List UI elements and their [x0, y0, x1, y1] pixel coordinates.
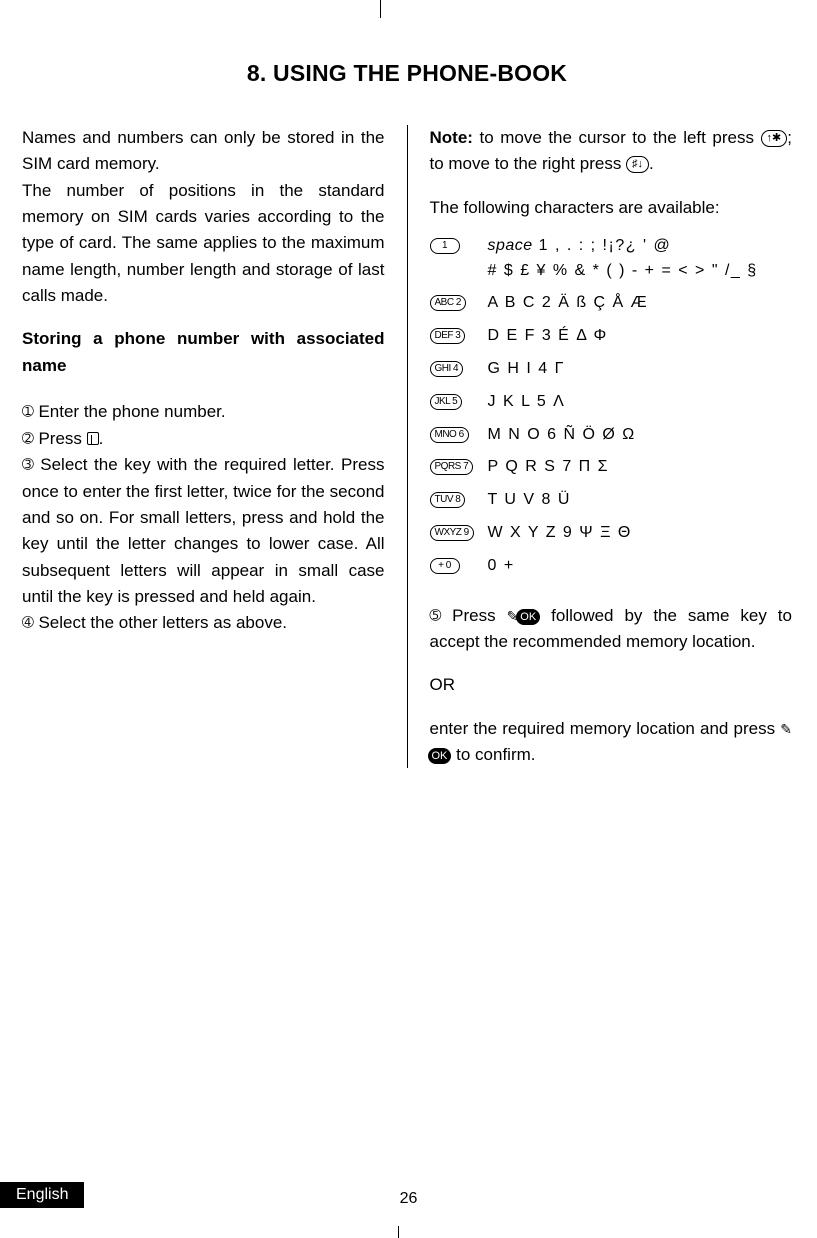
- key-0: + 0: [430, 558, 460, 574]
- or-label: OR: [430, 672, 793, 698]
- page-number: 26: [0, 1178, 817, 1208]
- step-num-2: ➁: [22, 430, 34, 446]
- note-label: Note:: [430, 128, 473, 147]
- chars-8: T U V 8 Ü: [488, 488, 793, 513]
- key-9: WXYZ 9: [430, 525, 474, 541]
- chars-4: G H I 4 Γ: [488, 357, 793, 382]
- right-column: Note: to move the cursor to the left pre…: [430, 125, 793, 768]
- key-4: GHI 4: [430, 361, 464, 377]
- step-5: ➄ Press ✎OK followed by the same key to …: [430, 603, 793, 656]
- chars-9: W X Y Z 9 Ψ Ξ Θ: [488, 521, 793, 546]
- ok-button-2: OK: [428, 748, 452, 764]
- step-num-5: ➄: [430, 607, 442, 623]
- chars-available: The following characters are available:: [430, 195, 793, 221]
- key-3: DEF 3: [430, 328, 466, 344]
- char-row-7: PQRS 7 P Q R S 7 Π Σ: [430, 455, 793, 480]
- char-row-6: MNO 6 M N O 6 Ñ Ö Ø Ω: [430, 423, 793, 448]
- chars-2: A B C 2 Ä ß Ç Å Æ: [488, 291, 793, 316]
- chars-0: 0 +: [488, 554, 793, 579]
- step-4: ➃ Select the other letters as above.: [22, 610, 385, 636]
- key-5: JKL 5: [430, 394, 463, 410]
- page-content: 8. USING THE PHONE-BOOK Names and number…: [0, 0, 817, 768]
- step-3: ➂ Select the key with the required lette…: [22, 452, 385, 610]
- char-row-2: ABC 2 A B C 2 Ä ß Ç Å Æ: [430, 291, 793, 316]
- step-num-4: ➃: [22, 614, 34, 630]
- step-num-1: ➀: [22, 403, 34, 419]
- char-row-5: JKL 5 J K L 5 Λ: [430, 390, 793, 415]
- chars-7: P Q R S 7 Π Σ: [488, 455, 793, 480]
- intro-1: Names and numbers can only be stored in …: [22, 125, 385, 309]
- column-divider: [407, 125, 408, 768]
- left-column: Names and numbers can only be stored in …: [22, 125, 385, 768]
- char-row-8: TUV 8 T U V 8 Ü: [430, 488, 793, 513]
- key-2: ABC 2: [430, 295, 466, 311]
- footer: English 26: [0, 1178, 817, 1208]
- step-num-3: ➂: [22, 456, 34, 472]
- page-title: 8. USING THE PHONE-BOOK: [22, 60, 792, 87]
- crop-mark-bottom: [398, 1226, 399, 1238]
- note: Note: to move the cursor to the left pre…: [430, 125, 793, 178]
- crop-mark-top: [380, 0, 381, 18]
- char-row-9: WXYZ 9 W X Y Z 9 Ψ Ξ Θ: [430, 521, 793, 546]
- chars-3: D E F 3 É Δ Φ: [488, 324, 793, 349]
- key-8: TUV 8: [430, 492, 466, 508]
- char-row-0: + 0 0 +: [430, 554, 793, 579]
- key-6: MNO 6: [430, 427, 469, 443]
- step-1: ➀ Enter the phone number.: [22, 399, 385, 425]
- language-tab: English: [0, 1182, 84, 1208]
- pencil-icon-2: ✎: [780, 719, 792, 741]
- key-hash: ♯↓: [626, 156, 649, 173]
- char-row-1: 1 space 1 , . : ; !¡?¿ ' @# $ £ ¥ % & * …: [430, 234, 793, 284]
- key-1: 1: [430, 238, 460, 254]
- subhead-storing: Storing a phone number with associa­ted …: [22, 326, 385, 379]
- chars-5: J K L 5 Λ: [488, 390, 793, 415]
- columns: Names and numbers can only be stored in …: [22, 125, 792, 768]
- chars-6: M N O 6 Ñ Ö Ø Ω: [488, 423, 793, 448]
- char-row-3: DEF 3 D E F 3 É Δ Φ: [430, 324, 793, 349]
- char-row-4: GHI 4 G H I 4 Γ: [430, 357, 793, 382]
- phonebook-icon: [87, 432, 99, 445]
- key-7: PQRS 7: [430, 459, 474, 475]
- chars-1: space 1 , . : ; !¡?¿ ' @# $ £ ¥ % & * ( …: [488, 234, 793, 284]
- key-star: ↑✱: [761, 130, 788, 147]
- alt-instruction: enter the required memory location and p…: [430, 716, 793, 769]
- ok-button: OK: [516, 609, 540, 625]
- char-table: 1 space 1 , . : ; !¡?¿ ' @# $ £ ¥ % & * …: [430, 234, 793, 579]
- step-2: ➁ Press .: [22, 426, 385, 452]
